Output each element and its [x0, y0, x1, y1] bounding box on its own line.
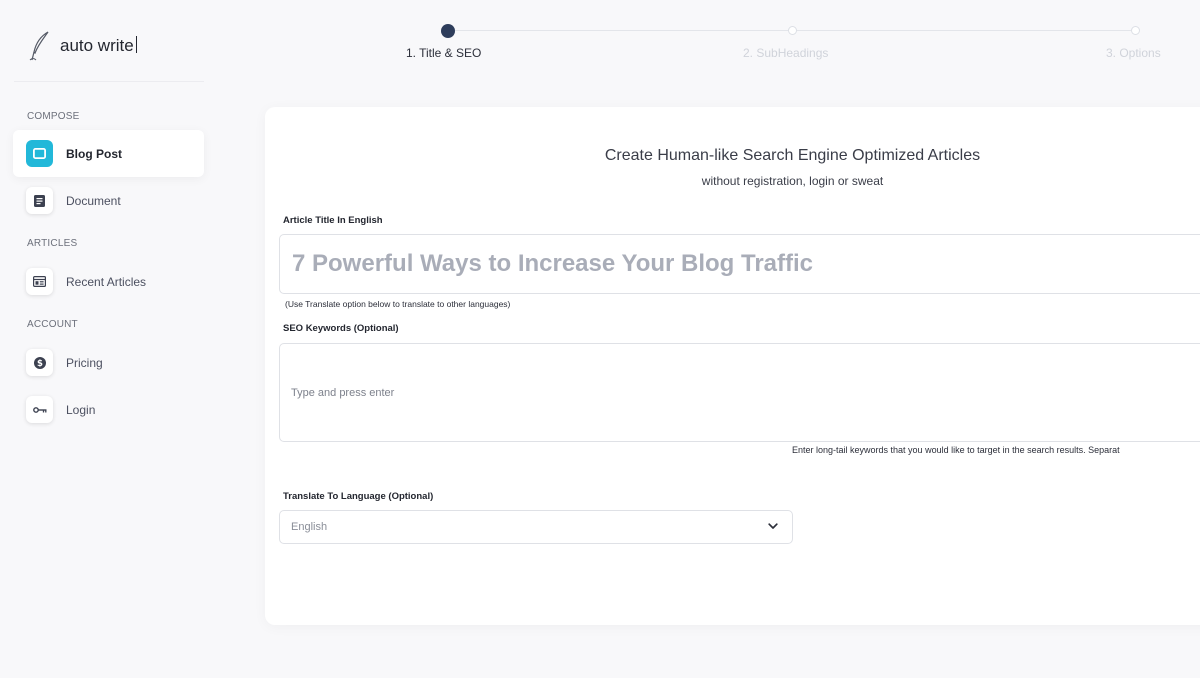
- page-subtitle: without registration, login or sweat: [701, 174, 884, 188]
- step-label-title-seo[interactable]: 1. Title & SEO: [406, 46, 481, 60]
- language-selected-value: English: [291, 521, 328, 533]
- translate-hint: (Use Translate option below to translate…: [285, 299, 511, 309]
- document-icon: [26, 187, 53, 214]
- key-icon: [26, 396, 53, 423]
- sidebar-item-login[interactable]: Login: [13, 386, 204, 433]
- sidebar: auto write COMPOSE Blog Post Document AR…: [0, 0, 218, 678]
- monitor-icon: [26, 140, 53, 167]
- browser-window-icon: [26, 268, 53, 295]
- sidebar-item-blog-post[interactable]: Blog Post: [13, 130, 204, 177]
- sidebar-item-label: Document: [66, 193, 121, 208]
- step-dot-3[interactable]: [1131, 26, 1140, 35]
- step-dot-2[interactable]: [788, 26, 797, 35]
- step-connector: [455, 30, 788, 31]
- seo-keywords-field[interactable]: [279, 343, 1200, 442]
- article-title-field[interactable]: [279, 234, 1200, 294]
- step-label-options[interactable]: 3. Options: [1106, 46, 1161, 60]
- sidebar-item-label: Pricing: [66, 355, 103, 370]
- sidebar-item-pricing[interactable]: $ Pricing: [13, 339, 204, 386]
- sidebar-item-label: Recent Articles: [66, 274, 147, 289]
- translate-language-label: Translate To Language (Optional): [283, 491, 434, 502]
- svg-text:$: $: [37, 359, 43, 369]
- section-label-articles: ARTICLES: [27, 238, 78, 249]
- language-select[interactable]: English: [279, 510, 793, 544]
- seo-keywords-input[interactable]: [291, 387, 691, 399]
- sidebar-item-label: Login: [66, 402, 96, 417]
- article-title-input[interactable]: [292, 250, 1200, 278]
- page-title: Create Human-like Search Engine Optimize…: [604, 147, 981, 164]
- sidebar-item-recent-articles[interactable]: Recent Articles: [13, 258, 204, 305]
- sidebar-item-document[interactable]: Document: [13, 177, 204, 224]
- step-label-subheadings[interactable]: 2. SubHeadings: [743, 46, 828, 60]
- dollar-circle-icon: $: [26, 349, 53, 376]
- article-title-label: Article Title In English: [283, 215, 383, 226]
- step-dot-1[interactable]: [441, 24, 455, 38]
- step-connector: [797, 30, 1131, 31]
- progress-stepper: 1. Title & SEO 2. SubHeadings 3. Options: [0, 0, 1200, 80]
- section-label-account: ACCOUNT: [27, 319, 78, 330]
- section-label-compose: COMPOSE: [27, 111, 80, 122]
- sidebar-divider: [14, 81, 204, 82]
- seo-keywords-help: Enter long-tail keywords that you would …: [792, 445, 1120, 455]
- chevron-down-icon: [768, 523, 778, 529]
- seo-keywords-label: SEO Keywords (Optional): [283, 323, 399, 334]
- sidebar-item-label: Blog Post: [66, 146, 122, 161]
